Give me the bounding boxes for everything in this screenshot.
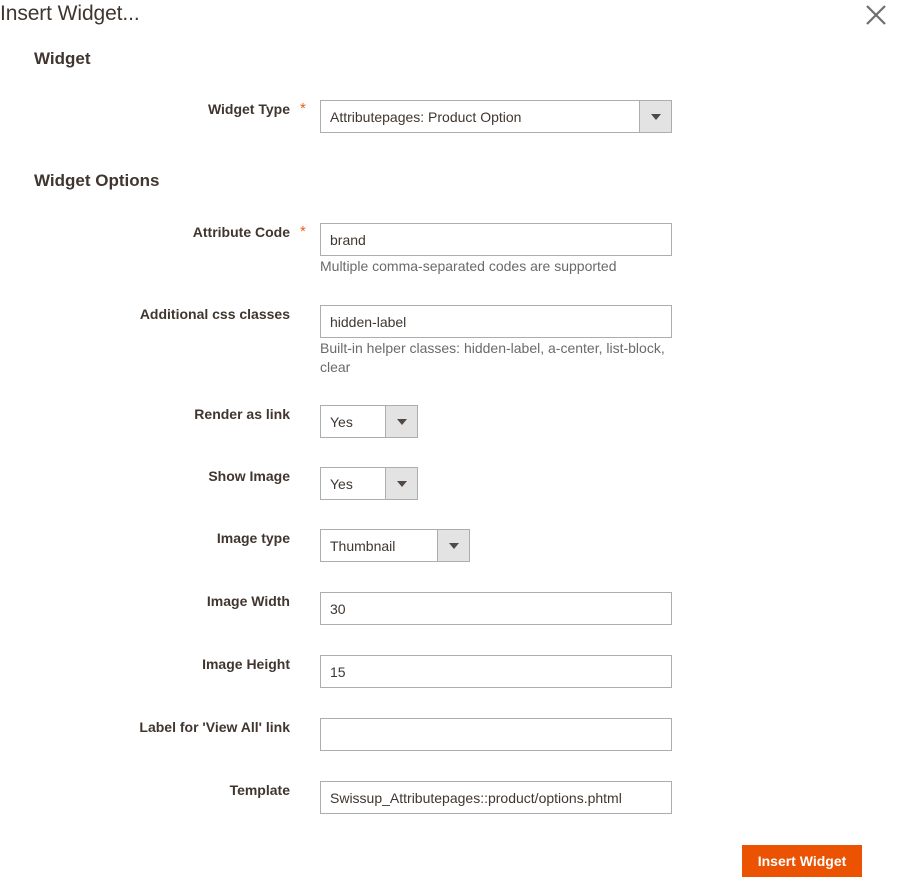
field-label-render-as-link: Render as link — [194, 406, 290, 422]
page-title: Insert Widget... — [0, 2, 140, 25]
attribute-code-input[interactable] — [320, 223, 672, 256]
widget-type-select-value: Attributepages: Product Option — [330, 108, 522, 125]
chevron-down-icon — [437, 530, 469, 561]
control-image-type: Thumbnail — [320, 529, 470, 562]
widget-type-select[interactable]: Attributepages: Product Option — [320, 100, 672, 133]
control-additional-css-classes — [320, 305, 672, 338]
show-image-select[interactable]: Yes — [320, 467, 418, 500]
field-label-image-type: Image type — [216, 530, 290, 546]
field-label-attribute-code: Attribute Code — [192, 224, 290, 240]
field-label-image-width: Image Width — [206, 593, 290, 609]
chevron-down-icon — [385, 468, 417, 499]
image-width-input[interactable] — [320, 592, 672, 625]
helper-text-attribute-code: Multiple comma-separated codes are suppo… — [320, 258, 617, 274]
image-height-input[interactable] — [320, 655, 672, 688]
image-type-select-value: Thumbnail — [330, 537, 396, 554]
control-template — [320, 781, 672, 814]
control-attribute-code — [320, 223, 672, 256]
field-label-image-height: Image Height — [202, 656, 290, 672]
control-view-all-label — [320, 718, 672, 751]
insert-widget-button[interactable]: Insert Widget — [742, 845, 862, 877]
required-marker-attribute-code: * — [300, 223, 306, 240]
required-marker-widget-type: * — [300, 100, 306, 117]
template-input[interactable] — [320, 781, 672, 814]
field-label-view-all-label: Label for 'View All' link — [139, 719, 290, 735]
view-all-label-input[interactable] — [320, 718, 672, 751]
chevron-down-icon — [385, 406, 417, 437]
image-type-select[interactable]: Thumbnail — [320, 529, 470, 562]
close-button[interactable] — [859, 0, 893, 30]
control-widget-type: Attributepages: Product Option — [320, 100, 672, 133]
control-render-as-link: Yes — [320, 405, 418, 438]
section-heading-widget: Widget — [34, 49, 91, 68]
helper-text-additional-css-classes: Built-in helper classes: hidden-label, a… — [320, 340, 665, 375]
close-icon — [863, 2, 889, 28]
field-label-show-image: Show Image — [208, 468, 290, 484]
field-label-template: Template — [229, 782, 290, 798]
control-image-height — [320, 655, 672, 688]
show-image-select-value: Yes — [330, 475, 353, 492]
control-image-width — [320, 592, 672, 625]
control-show-image: Yes — [320, 467, 418, 500]
render-as-link-select-value: Yes — [330, 413, 353, 430]
render-as-link-select[interactable]: Yes — [320, 405, 418, 438]
field-label-widget-type: Widget Type — [207, 101, 290, 117]
section-heading-widget-options: Widget Options — [34, 171, 160, 190]
additional-css-classes-input[interactable] — [320, 305, 672, 338]
chevron-down-icon — [639, 101, 671, 132]
field-label-additional-css-classes: Additional css classes — [139, 306, 290, 322]
